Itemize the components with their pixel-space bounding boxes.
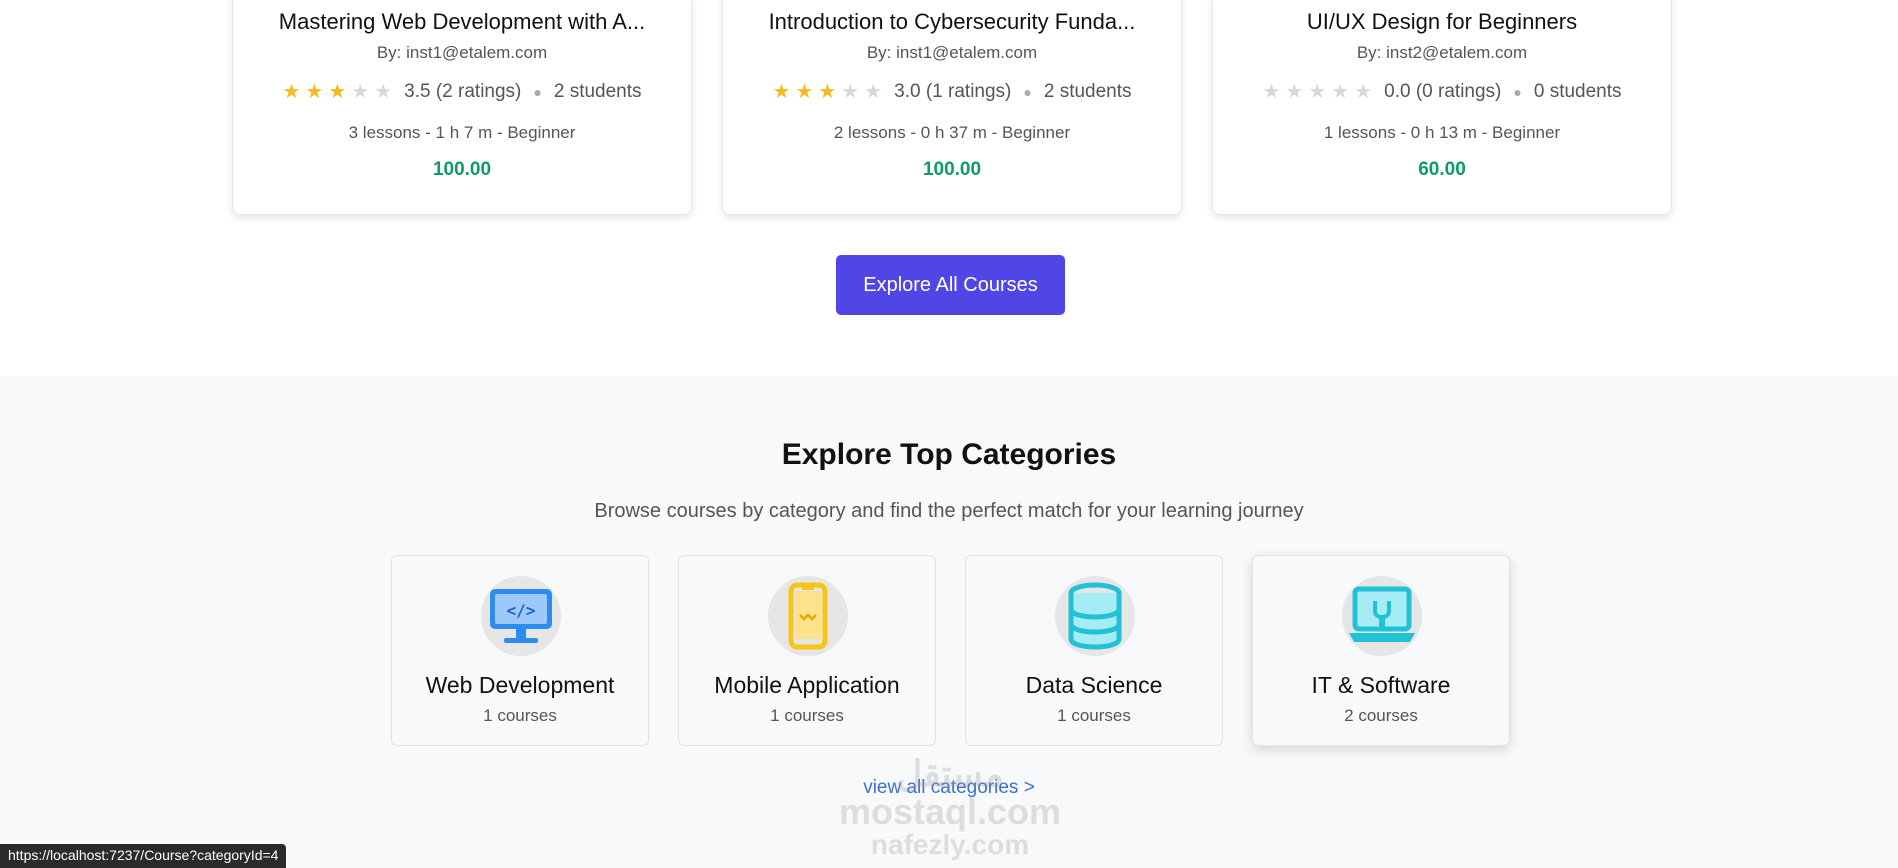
course-title[interactable]: Mastering Web Development with A... bbox=[233, 9, 691, 35]
laptop-tools-icon bbox=[1342, 576, 1422, 656]
star-icon: ★ bbox=[772, 81, 791, 103]
database-icon bbox=[1055, 576, 1135, 656]
category-count: 1 courses bbox=[770, 706, 844, 725]
status-bar-url: https://localhost:7237/Course?categoryId… bbox=[0, 844, 287, 868]
course-price: 100.00 bbox=[432, 159, 492, 180]
separator-dot: ● bbox=[1513, 84, 1522, 100]
course-title[interactable]: Introduction to Cybersecurity Funda... bbox=[723, 9, 1181, 35]
smartphone-icon bbox=[768, 576, 848, 656]
category-card-it-software[interactable]: IT & Software 2 courses bbox=[1252, 555, 1510, 746]
star-icon: ★ bbox=[328, 81, 347, 103]
star-icon: ★ bbox=[1331, 81, 1350, 103]
explore-all-courses-button[interactable]: Explore All Courses bbox=[836, 255, 1065, 315]
categories-subheading: Browse courses by category and find the … bbox=[594, 500, 1304, 522]
course-card[interactable]: UI/UX Design for Beginners By: inst2@eta… bbox=[1212, 0, 1672, 215]
category-card-data-science[interactable]: Data Science 1 courses bbox=[965, 555, 1223, 746]
star-icon: ★ bbox=[374, 81, 393, 103]
rating-stars: ★ ★ ★ ★ ★ bbox=[772, 82, 882, 102]
category-name: Web Development bbox=[425, 672, 615, 698]
course-info: 1 lessons - 0 h 13 m - Beginner bbox=[1323, 123, 1561, 142]
rating-text: 3.0 (1 ratings) bbox=[894, 81, 1012, 102]
star-icon: ★ bbox=[818, 81, 837, 103]
rating-stars: ★ ★ ★ ★ ★ bbox=[1262, 82, 1372, 102]
star-icon: ★ bbox=[1308, 81, 1327, 103]
categories-heading: Explore Top Categories bbox=[781, 438, 1117, 471]
students-count: 2 students bbox=[1043, 81, 1132, 102]
course-info: 3 lessons - 1 h 7 m - Beginner bbox=[348, 123, 576, 142]
category-name: Data Science bbox=[1025, 672, 1163, 698]
category-count: 1 courses bbox=[1057, 706, 1131, 725]
category-name: Mobile Application bbox=[714, 672, 900, 698]
category-card-mobile-application[interactable]: Mobile Application 1 courses bbox=[678, 555, 936, 746]
star-icon: ★ bbox=[864, 81, 883, 103]
course-card[interactable]: Introduction to Cybersecurity Funda... B… bbox=[722, 0, 1182, 215]
course-info: 2 lessons - 0 h 37 m - Beginner bbox=[833, 123, 1071, 142]
course-instructor: By: inst2@etalem.com bbox=[1356, 43, 1528, 62]
course-price: 60.00 bbox=[1418, 159, 1466, 180]
star-icon: ★ bbox=[282, 81, 301, 103]
course-rating-row: ★ ★ ★ ★ ★ 0.0 (0 ratings) ● 0 students bbox=[1213, 81, 1671, 103]
category-card-web-development[interactable]: </> Web Development 1 courses bbox=[391, 555, 649, 746]
course-title[interactable]: UI/UX Design for Beginners bbox=[1213, 9, 1671, 35]
rating-text: 0.0 (0 ratings) bbox=[1384, 81, 1502, 102]
students-count: 0 students bbox=[1533, 81, 1622, 102]
course-rating-row: ★ ★ ★ ★ ★ 3.5 (2 ratings) ● 2 students bbox=[233, 81, 691, 103]
view-all-categories-link[interactable]: view all categories > bbox=[0, 777, 1898, 799]
category-count: 1 courses bbox=[483, 706, 557, 725]
star-icon: ★ bbox=[795, 81, 814, 103]
course-card[interactable]: Mastering Web Development with A... By: … bbox=[232, 0, 692, 215]
separator-dot: ● bbox=[1023, 84, 1032, 100]
students-count: 2 students bbox=[553, 81, 642, 102]
star-icon: ★ bbox=[305, 81, 324, 103]
monitor-code-icon: </> bbox=[481, 576, 561, 656]
category-count: 2 courses bbox=[1344, 706, 1418, 725]
star-icon: ★ bbox=[1262, 81, 1281, 103]
categories-section: Explore Top Categories Browse courses by… bbox=[0, 376, 1898, 868]
separator-dot: ● bbox=[533, 84, 542, 100]
course-rating-row: ★ ★ ★ ★ ★ 3.0 (1 ratings) ● 2 students bbox=[723, 81, 1181, 103]
star-icon: ★ bbox=[1354, 81, 1373, 103]
svg-text:</>: </> bbox=[507, 601, 536, 620]
category-name: IT & Software bbox=[1311, 672, 1451, 698]
star-icon: ★ bbox=[1285, 81, 1304, 103]
course-price: 100.00 bbox=[922, 159, 982, 180]
rating-text: 3.5 (2 ratings) bbox=[404, 81, 522, 102]
rating-stars: ★ ★ ★ ★ ★ bbox=[282, 82, 392, 102]
star-icon: ★ bbox=[351, 81, 370, 103]
star-icon: ★ bbox=[841, 81, 860, 103]
courses-section: Mastering Web Development with A... By: … bbox=[0, 0, 1898, 376]
course-instructor: By: inst1@etalem.com bbox=[866, 43, 1038, 62]
course-instructor: By: inst1@etalem.com bbox=[376, 43, 548, 62]
